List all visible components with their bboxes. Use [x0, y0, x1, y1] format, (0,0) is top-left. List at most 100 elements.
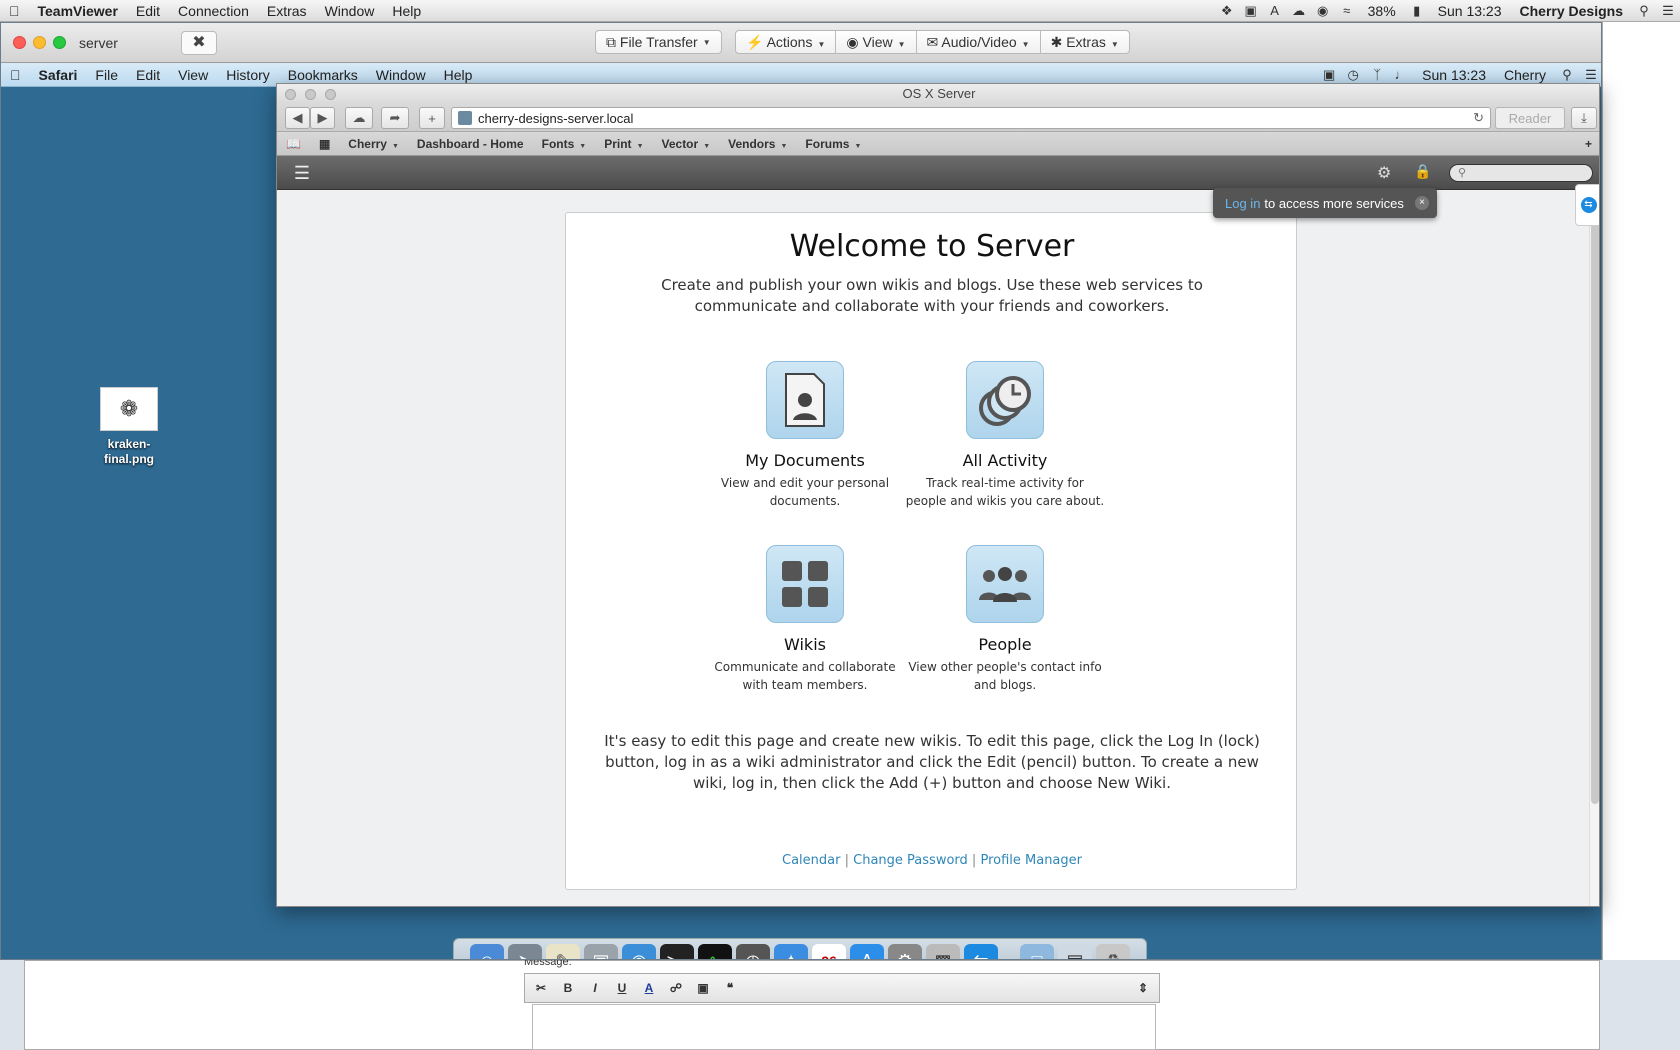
bluetooth-icon[interactable]: ᛉ: [1365, 66, 1389, 84]
close-window-button[interactable]: [13, 36, 26, 49]
desktop-file-icon[interactable]: ❁ kraken- final.png: [93, 387, 165, 467]
bookmark-dashboard-home[interactable]: Dashboard - Home: [408, 137, 533, 151]
safari-icon[interactable]: ✦: [774, 944, 808, 959]
notification-center-icon[interactable]: ☰: [1656, 2, 1680, 20]
calendar-icon[interactable]: 26: [812, 944, 846, 959]
zoom-window-button[interactable]: [53, 36, 66, 49]
service-wikis[interactable]: Wikis Communicate and collaborate with t…: [705, 545, 905, 694]
service-people[interactable]: People View other people's contact info …: [905, 545, 1105, 694]
bold-button[interactable]: B: [558, 978, 578, 998]
link-icon[interactable]: ☍: [666, 978, 686, 998]
reading-list-icon[interactable]: 📖: [277, 137, 310, 151]
launchpad-icon[interactable]: ➤: [508, 944, 542, 959]
close-icon[interactable]: ×: [1415, 196, 1429, 210]
wifi-icon[interactable]: ≈: [1335, 2, 1359, 20]
remote-spotlight-icon[interactable]: ⚲: [1555, 66, 1579, 84]
downloads-icon[interactable]: ⤓: [1571, 107, 1597, 129]
time-machine-icon[interactable]: ◷: [1341, 66, 1365, 84]
sync-icon[interactable]: ◉: [1311, 2, 1335, 20]
top-sites-icon[interactable]: ▦: [310, 137, 339, 151]
menu-help[interactable]: Help: [383, 3, 430, 19]
finder-icon[interactable]: ☺: [470, 944, 504, 959]
close-session-button[interactable]: ✖: [181, 31, 217, 55]
textedit-icon[interactable]: ✎: [546, 944, 580, 959]
spotlight-icon[interactable]: ⚲: [1632, 2, 1656, 20]
teamviewer-dock-icon[interactable]: ⇆: [964, 944, 998, 959]
remote-menu-window[interactable]: Window: [367, 67, 435, 83]
message-textarea[interactable]: [532, 1004, 1156, 1050]
menu-connection[interactable]: Connection: [169, 3, 258, 19]
underline-button[interactable]: U: [612, 978, 632, 998]
safari-minimize-button[interactable]: [305, 89, 316, 100]
text-color-button[interactable]: A: [639, 978, 659, 998]
safari-close-button[interactable]: [285, 89, 296, 100]
reload-icon[interactable]: ↻: [1473, 110, 1484, 126]
remote-menu-help[interactable]: Help: [435, 67, 482, 83]
teamviewer-status-icon[interactable]: ▣: [1239, 2, 1263, 20]
bookmark-vendors[interactable]: Vendors ▼: [719, 137, 796, 151]
service-all-activity[interactable]: All Activity Track real-time activity fo…: [905, 361, 1105, 510]
italic-button[interactable]: I: [585, 978, 605, 998]
teamviewer-panel-tab[interactable]: ⇆: [1575, 184, 1599, 226]
remote-teamviewer-icon[interactable]: ▣: [1317, 66, 1341, 84]
server-app-icon[interactable]: ▩: [926, 944, 960, 959]
server-search-input[interactable]: ⚲: [1449, 164, 1593, 182]
file-transfer-button[interactable]: ⧉ File Transfer ▼: [595, 30, 722, 54]
remote-menu-view[interactable]: View: [169, 67, 217, 83]
login-link[interactable]: Log in: [1225, 196, 1260, 211]
forward-button[interactable]: ▶: [310, 107, 335, 129]
resize-icon[interactable]: ⇕: [1133, 978, 1153, 998]
calendar-link[interactable]: Calendar: [782, 853, 840, 868]
globe-icon[interactable]: ◉: [622, 944, 656, 959]
audio-video-button[interactable]: ✉ Audio/Video ▼: [927, 34, 1030, 51]
back-button[interactable]: ◀: [285, 107, 310, 129]
remote-menu-edit[interactable]: Edit: [127, 67, 169, 83]
minimize-window-button[interactable]: [33, 36, 46, 49]
host-user-name[interactable]: Cherry Designs: [1511, 3, 1632, 19]
lock-icon[interactable]: 🔒: [1414, 163, 1431, 180]
remote-clock[interactable]: Sun 13:23: [1413, 67, 1495, 83]
bookmark-cherry[interactable]: Cherry ▼: [339, 137, 408, 151]
remote-user-name[interactable]: Cherry: [1495, 67, 1555, 83]
preview-icon[interactable]: ▣: [584, 944, 618, 959]
bookmark-forums[interactable]: Forums ▼: [796, 137, 870, 151]
profile-manager-link[interactable]: Profile Manager: [980, 853, 1082, 868]
remove-format-icon[interactable]: ✂: [531, 978, 551, 998]
downloads-stack-icon[interactable]: ▤: [1058, 944, 1092, 959]
bookmark-vector[interactable]: Vector ▼: [653, 137, 720, 151]
terminal-icon[interactable]: >_: [660, 944, 694, 959]
reader-button[interactable]: Reader: [1495, 107, 1565, 129]
menu-extras[interactable]: Extras: [258, 3, 316, 19]
dropbox-icon[interactable]: ❖: [1215, 2, 1239, 20]
remote-menu-bookmarks[interactable]: Bookmarks: [279, 67, 367, 83]
host-clock[interactable]: Sun 13:23: [1429, 3, 1511, 19]
folder-icon[interactable]: □: [1020, 944, 1054, 959]
scrollbar-thumb[interactable]: [1591, 204, 1599, 804]
extras-button[interactable]: ✱ Extras ▼: [1051, 34, 1129, 51]
app-store-icon[interactable]: A: [850, 944, 884, 959]
actions-button[interactable]: ⚡ Actions ▼: [746, 34, 825, 51]
new-tab-icon[interactable]: +: [1576, 137, 1599, 151]
remote-menu-history[interactable]: History: [217, 67, 279, 83]
view-button[interactable]: ◉ View ▼: [846, 34, 905, 51]
safari-zoom-button[interactable]: [325, 89, 336, 100]
system-preferences-icon[interactable]: ⚙: [888, 944, 922, 959]
battery-icon[interactable]: ▮: [1405, 2, 1429, 20]
address-bar[interactable]: cherry-designs-server.local ↻: [451, 107, 1491, 129]
fonts-status-icon[interactable]: A: [1263, 2, 1287, 20]
bookmark-fonts[interactable]: Fonts ▼: [533, 137, 596, 151]
change-password-link[interactable]: Change Password: [853, 853, 968, 868]
gear-icon[interactable]: ⚙: [1377, 163, 1391, 183]
quote-icon[interactable]: ❝: [720, 978, 740, 998]
remote-menu-safari[interactable]: Safari: [30, 67, 87, 83]
apple-icon[interactable]: : [0, 3, 29, 19]
bookmark-print[interactable]: Print ▼: [595, 137, 652, 151]
service-my-documents[interactable]: My Documents View and edit your personal…: [705, 361, 905, 510]
volume-icon[interactable]: ♩: [1389, 66, 1413, 84]
menu-app-teamviewer[interactable]: TeamViewer: [29, 3, 127, 19]
add-bookmark-button[interactable]: +: [419, 107, 445, 129]
remote-apple-icon[interactable]: : [1, 67, 30, 83]
cloud-icon[interactable]: ☁: [1287, 2, 1311, 20]
menu-edit[interactable]: Edit: [127, 3, 169, 19]
activity-monitor-icon[interactable]: ∿: [698, 944, 732, 959]
